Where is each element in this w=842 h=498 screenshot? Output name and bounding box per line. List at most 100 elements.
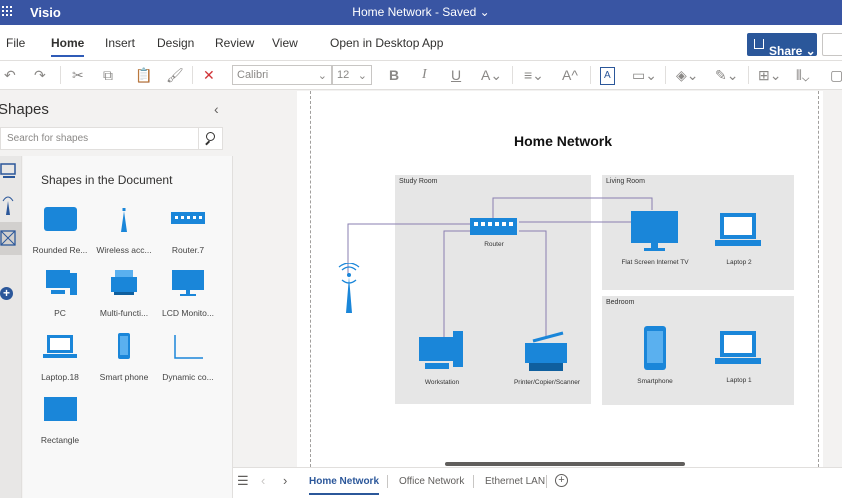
printer-icon <box>111 270 137 295</box>
toolbar-divider <box>60 66 61 84</box>
tab-view[interactable]: View <box>272 36 298 50</box>
laptop2-node[interactable] <box>714 211 764 251</box>
paste-icon[interactable]: 📋 <box>135 67 152 83</box>
sheet-divider <box>473 475 474 488</box>
laptop-icon <box>43 335 77 358</box>
shapes-pane: Shapes ‹ Search for shapes + Shapes in t… <box>0 91 233 498</box>
search-icon[interactable] <box>198 128 222 149</box>
chevron-down-icon: ⌄ <box>317 70 327 82</box>
share-button[interactable]: Share ⌄ <box>747 33 817 58</box>
stencil-icon-wireless[interactable] <box>0 189 22 222</box>
toolbar-divider <box>665 66 666 84</box>
toolbar-divider <box>512 66 513 84</box>
router-node[interactable] <box>469 216 519 238</box>
workstation-node[interactable] <box>417 329 467 375</box>
shape-pc[interactable]: PC <box>27 267 93 327</box>
tab-review[interactable]: Review <box>215 36 254 50</box>
shape-rounded-rectangle[interactable]: Rounded Re... <box>27 204 93 264</box>
rectangle-icon <box>44 397 77 421</box>
toolbar-divider <box>192 66 193 84</box>
shape-smart-phone[interactable]: Smart phone <box>91 331 157 391</box>
smartphone-node[interactable] <box>642 324 668 372</box>
tab-file[interactable]: File <box>6 36 25 50</box>
share-icon <box>754 39 764 49</box>
delete-icon[interactable]: ✕ <box>203 67 215 83</box>
shape-icon[interactable]: ▭⌄ <box>632 67 657 83</box>
redo-icon[interactable]: ↷ <box>34 67 46 83</box>
font-family-select[interactable]: Calibri ⌄ <box>232 65 332 85</box>
horizontal-scrollbar[interactable] <box>445 462 685 466</box>
shape-router[interactable]: Router.7 <box>155 204 221 264</box>
align-icon[interactable]: ≡⌄ <box>524 67 544 83</box>
font-grow-icon[interactable]: A^ <box>562 67 578 83</box>
add-page-icon[interactable]: + <box>555 474 568 487</box>
comments-button[interactable] <box>822 33 842 56</box>
text-box-icon[interactable]: A <box>600 67 615 85</box>
bold-icon[interactable]: B <box>389 67 399 83</box>
connector-icon <box>174 335 203 359</box>
laptop2-label: Laptop 2 <box>726 259 752 266</box>
network-connectors <box>347 197 653 338</box>
add-stencil-icon[interactable]: + <box>0 287 13 300</box>
tv-node[interactable] <box>630 208 680 252</box>
chevron-down-icon: ⌄ <box>357 70 367 82</box>
tab-home[interactable]: Home <box>51 36 85 57</box>
printer-node[interactable] <box>523 331 571 375</box>
drawing-canvas[interactable]: Home Network Study Room Living Room Bedr… <box>233 91 842 467</box>
sheet-tab-home-network[interactable]: Home Network <box>309 476 380 495</box>
previous-page-icon[interactable]: ‹ <box>261 473 265 488</box>
shapes-gallery: Shapes in the Document Rounded Re... Wir… <box>23 156 233 498</box>
sheet-tab-ethernet-lan[interactable]: Ethernet LAN <box>485 476 545 487</box>
sheet-divider <box>387 475 388 488</box>
fill-icon[interactable]: ◈⌄ <box>676 67 699 83</box>
workstation-label: Workstation <box>424 379 460 386</box>
stencil-rail: + <box>0 156 22 498</box>
router-label: Router <box>484 241 504 248</box>
smartphone-icon <box>118 333 130 359</box>
shape-lcd-monitor[interactable]: LCD Monito... <box>155 267 221 327</box>
wireless-access-point-node[interactable] <box>332 263 366 315</box>
format-painter-icon[interactable]: 🖌 <box>166 67 184 83</box>
sheet-tabs-bar: ☰ ‹ › Home Network Office Network Ethern… <box>233 467 842 498</box>
cut-icon[interactable]: ✂ <box>72 67 84 83</box>
all-pages-icon[interactable]: ☰ <box>237 473 249 489</box>
shape-multi-function-device[interactable]: Multi-functi... <box>91 267 157 327</box>
rounded-rectangle-icon <box>44 207 77 231</box>
italic-icon[interactable]: I <box>422 67 427 83</box>
drawing-page[interactable]: Home Network Study Room Living Room Bedr… <box>297 91 823 467</box>
line-color-icon[interactable]: ✎⌄ <box>715 67 738 83</box>
shape-wireless-access-point[interactable]: Wireless acc... <box>91 204 157 264</box>
laptop1-node[interactable] <box>714 329 764 369</box>
tab-insert[interactable]: Insert <box>105 36 135 50</box>
underline-icon[interactable]: U <box>451 67 461 83</box>
document-title[interactable]: Home Network - Saved ⌄ <box>0 5 842 19</box>
laptop1-label: Laptop 1 <box>726 377 752 384</box>
undo-icon[interactable]: ↶ <box>4 67 16 83</box>
toolbar-divider <box>590 66 591 84</box>
copy-icon[interactable]: ⧉ <box>103 67 113 83</box>
printer-label: Printer/Copier/Scanner <box>513 379 581 386</box>
tab-design[interactable]: Design <box>157 36 194 50</box>
pc-icon <box>46 270 77 295</box>
distribute-icon[interactable]: ⫴⌄ <box>796 67 809 83</box>
ribbon-tabs: File Home Insert Design Review View Open… <box>0 25 842 61</box>
font-color-icon[interactable]: A⌄ <box>481 67 502 83</box>
shape-dynamic-connector[interactable]: Dynamic co... <box>155 331 221 391</box>
stencil-icon-network[interactable] <box>0 222 22 255</box>
search-shapes-input[interactable]: Search for shapes <box>0 127 223 150</box>
stencil-icon-devices[interactable] <box>0 156 22 189</box>
next-page-icon[interactable]: › <box>283 473 287 488</box>
monitor-icon <box>172 270 204 296</box>
shape-rectangle[interactable]: Rectangle <box>27 394 93 454</box>
collapse-pane-icon[interactable]: ‹ <box>214 101 219 117</box>
open-in-desktop-app[interactable]: Open in Desktop App <box>330 36 443 50</box>
comment-icon[interactable]: ▢ <box>830 67 842 83</box>
tv-label: Flat Screen Internet TV <box>621 259 689 266</box>
title-bar: Visio Home Network - Saved ⌄ <box>0 0 842 25</box>
font-size-select[interactable]: 12 ⌄ <box>332 65 372 85</box>
shape-laptop[interactable]: Laptop.18 <box>27 331 93 391</box>
section-header: Shapes in the Document <box>41 173 173 187</box>
wireless-access-point-icon <box>121 208 127 232</box>
sheet-tab-office-network[interactable]: Office Network <box>399 476 464 487</box>
arrange-icon[interactable]: ⊞⌄ <box>758 67 781 83</box>
